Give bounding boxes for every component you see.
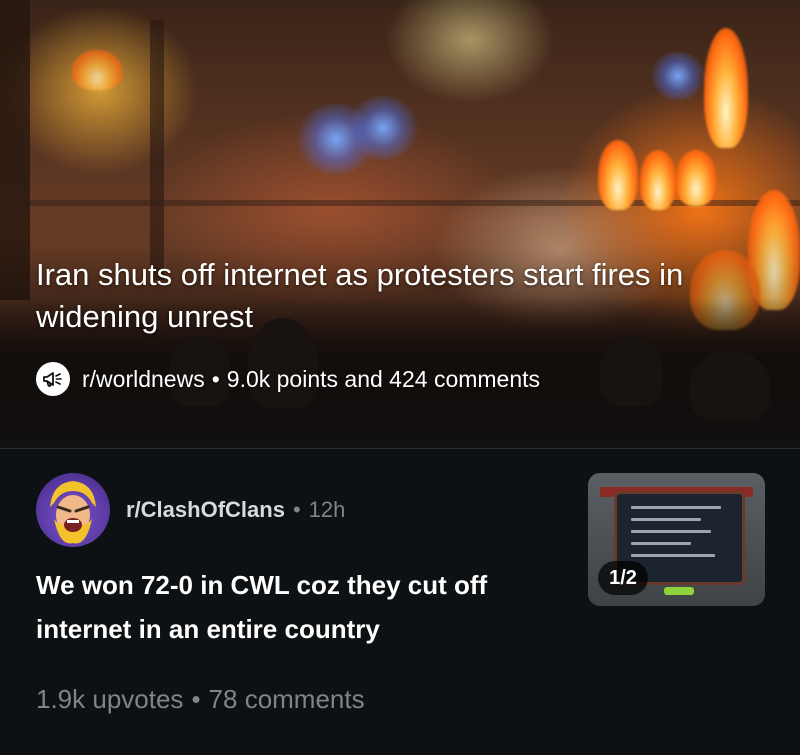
thumbnail-button — [664, 587, 694, 595]
scoreboard-line — [631, 530, 711, 533]
post-stats: 1.9k upvotes • 78 comments — [36, 681, 365, 717]
barbarian-avatar-icon[interactable] — [36, 473, 110, 547]
post-subreddit[interactable]: r/ClashOfClans — [126, 497, 285, 523]
crowd-head — [600, 336, 662, 406]
news-headline[interactable]: Iran shuts off internet as protesters st… — [36, 254, 736, 338]
scoreboard-line — [631, 554, 715, 557]
post-time: 12h — [308, 497, 346, 522]
fire — [704, 28, 748, 148]
post-header: r/ClashOfClans • 12h — [126, 495, 345, 525]
upvote-count[interactable]: 1.9k upvotes — [36, 684, 183, 715]
fire — [72, 50, 122, 90]
scoreboard-line — [631, 506, 721, 509]
comment-count[interactable]: 78 comments — [209, 684, 365, 715]
fire — [676, 150, 716, 206]
post-title[interactable]: We won 72-0 in CWL coz they cut off inte… — [36, 563, 576, 651]
post-card[interactable]: r/ClashOfClans • 12h We won 72-0 in CWL … — [0, 448, 800, 755]
fire — [598, 140, 638, 210]
stats-separator: • — [191, 683, 201, 714]
crowd-head — [690, 350, 770, 420]
post-thumbnail[interactable]: 1/2 — [588, 473, 765, 606]
gallery-count-badge: 1/2 — [598, 561, 648, 595]
meta-separator: • — [211, 365, 220, 392]
scoreboard-line — [631, 542, 691, 545]
fire — [640, 150, 676, 210]
blue-light — [348, 96, 418, 160]
news-meta: r/worldnews • 9.0k points and 424 commen… — [36, 361, 540, 397]
news-subreddit[interactable]: r/worldnews — [82, 366, 205, 393]
news-stats: 9.0k points and 424 comments — [226, 365, 541, 392]
feed: Iran shuts off internet as protesters st… — [0, 0, 800, 755]
trending-news-card[interactable]: Iran shuts off internet as protesters st… — [0, 0, 800, 448]
post-separator: • — [292, 497, 301, 522]
blue-light — [650, 52, 706, 100]
scoreboard-line — [631, 518, 701, 521]
megaphone-icon — [36, 362, 70, 396]
